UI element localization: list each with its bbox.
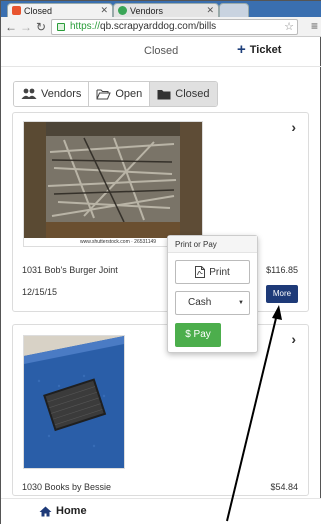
bill-card[interactable]: › 1030 Books by Bessie $54.84 xyxy=(12,324,309,496)
url-path: qb.scrapyarddog.com/bills xyxy=(100,21,217,32)
home-icon xyxy=(39,506,52,516)
address-bar[interactable]: https://qb.scrapyarddog.com/bills ☆ xyxy=(51,19,298,35)
bill-date: 12/15/15 xyxy=(22,287,58,297)
bill-photo xyxy=(23,335,125,469)
tab-close-icon[interactable]: ✕ xyxy=(206,5,214,16)
app-favicon-icon xyxy=(118,6,127,15)
chevron-right-icon[interactable]: › xyxy=(291,119,296,135)
payment-method-select[interactable]: Cash ▼ xyxy=(175,291,250,315)
filter-vendors-button[interactable]: Vendors xyxy=(14,82,90,106)
filter-label: Vendors xyxy=(41,88,82,100)
browser-toolbar: ← → ↻ https://qb.scrapyarddog.com/bills … xyxy=(1,17,321,37)
bookmark-star-icon[interactable]: ☆ xyxy=(284,20,294,34)
bill-card[interactable]: www.shutterstock.com · 26531149 › 1031 B… xyxy=(12,112,309,312)
forward-arrow-icon[interactable]: → xyxy=(19,19,33,35)
tab-title: Vendors xyxy=(130,5,164,16)
chevron-right-icon[interactable]: › xyxy=(291,331,296,347)
app-favicon-icon xyxy=(12,6,21,15)
new-ticket-button[interactable]: + Ticket xyxy=(237,41,282,58)
browser-window: Closed ✕ Vendors ✕ ← → ↻ https://qb.scra… xyxy=(0,0,321,524)
browser-tab-closed[interactable]: Closed ✕ xyxy=(7,3,113,17)
photo-caption: www.shutterstock.com · 26531149 xyxy=(80,239,157,245)
page-title: Closed xyxy=(144,45,179,57)
print-or-pay-popover: Print or Pay Print Cash ▼ $ Pay xyxy=(167,235,258,353)
home-button[interactable]: Home xyxy=(39,505,87,517)
ticket-label: Ticket xyxy=(249,44,282,56)
users-icon xyxy=(21,88,37,99)
print-label: Print xyxy=(209,266,230,278)
popover-title: Print or Pay xyxy=(168,236,257,253)
app-footer: Home xyxy=(1,498,321,524)
filter-closed-button[interactable]: Closed xyxy=(150,82,217,106)
more-button[interactable]: More xyxy=(266,285,298,303)
filter-open-button[interactable]: Open xyxy=(89,82,151,106)
browser-menu-icon[interactable]: ≡ xyxy=(311,19,318,33)
payment-method-value: Cash xyxy=(188,297,212,308)
url-scheme: https:// xyxy=(70,21,101,32)
bill-filter-group: Vendors Open Closed xyxy=(13,81,218,107)
filter-label: Closed xyxy=(175,88,210,100)
pdf-file-icon xyxy=(195,266,206,278)
back-arrow-icon[interactable]: ← xyxy=(4,19,18,35)
bill-amount: $54.84 xyxy=(270,482,298,492)
bill-amount: $116.85 xyxy=(266,265,298,275)
tab-title: Closed xyxy=(24,5,53,16)
browser-tab-strip: Closed ✕ Vendors ✕ xyxy=(1,1,321,17)
app-header: Closed + Ticket xyxy=(1,37,321,67)
print-button[interactable]: Print xyxy=(175,260,250,284)
bill-vendor-name: 1030 Books by Bessie xyxy=(22,482,112,492)
filter-label: Open xyxy=(115,88,143,100)
bill-vendor-name: 1031 Bob's Burger Joint xyxy=(22,265,118,275)
folder-open-icon xyxy=(96,89,112,99)
reload-icon[interactable]: ↻ xyxy=(34,19,48,35)
folder-icon xyxy=(157,89,171,99)
bill-photo: www.shutterstock.com · 26531149 xyxy=(23,121,203,247)
scrap-metal-photo xyxy=(24,122,202,238)
tab-close-icon[interactable]: ✕ xyxy=(100,5,108,16)
scale-plate-photo xyxy=(24,336,124,468)
new-tab-button[interactable] xyxy=(219,3,249,17)
lock-icon xyxy=(57,23,65,31)
home-label: Home xyxy=(56,505,87,517)
browser-tab-vendors[interactable]: Vendors ✕ xyxy=(113,3,219,17)
dropdown-caret-icon: ▼ xyxy=(238,300,244,306)
plus-icon: + xyxy=(237,41,246,58)
pay-button[interactable]: $ Pay xyxy=(175,323,221,347)
